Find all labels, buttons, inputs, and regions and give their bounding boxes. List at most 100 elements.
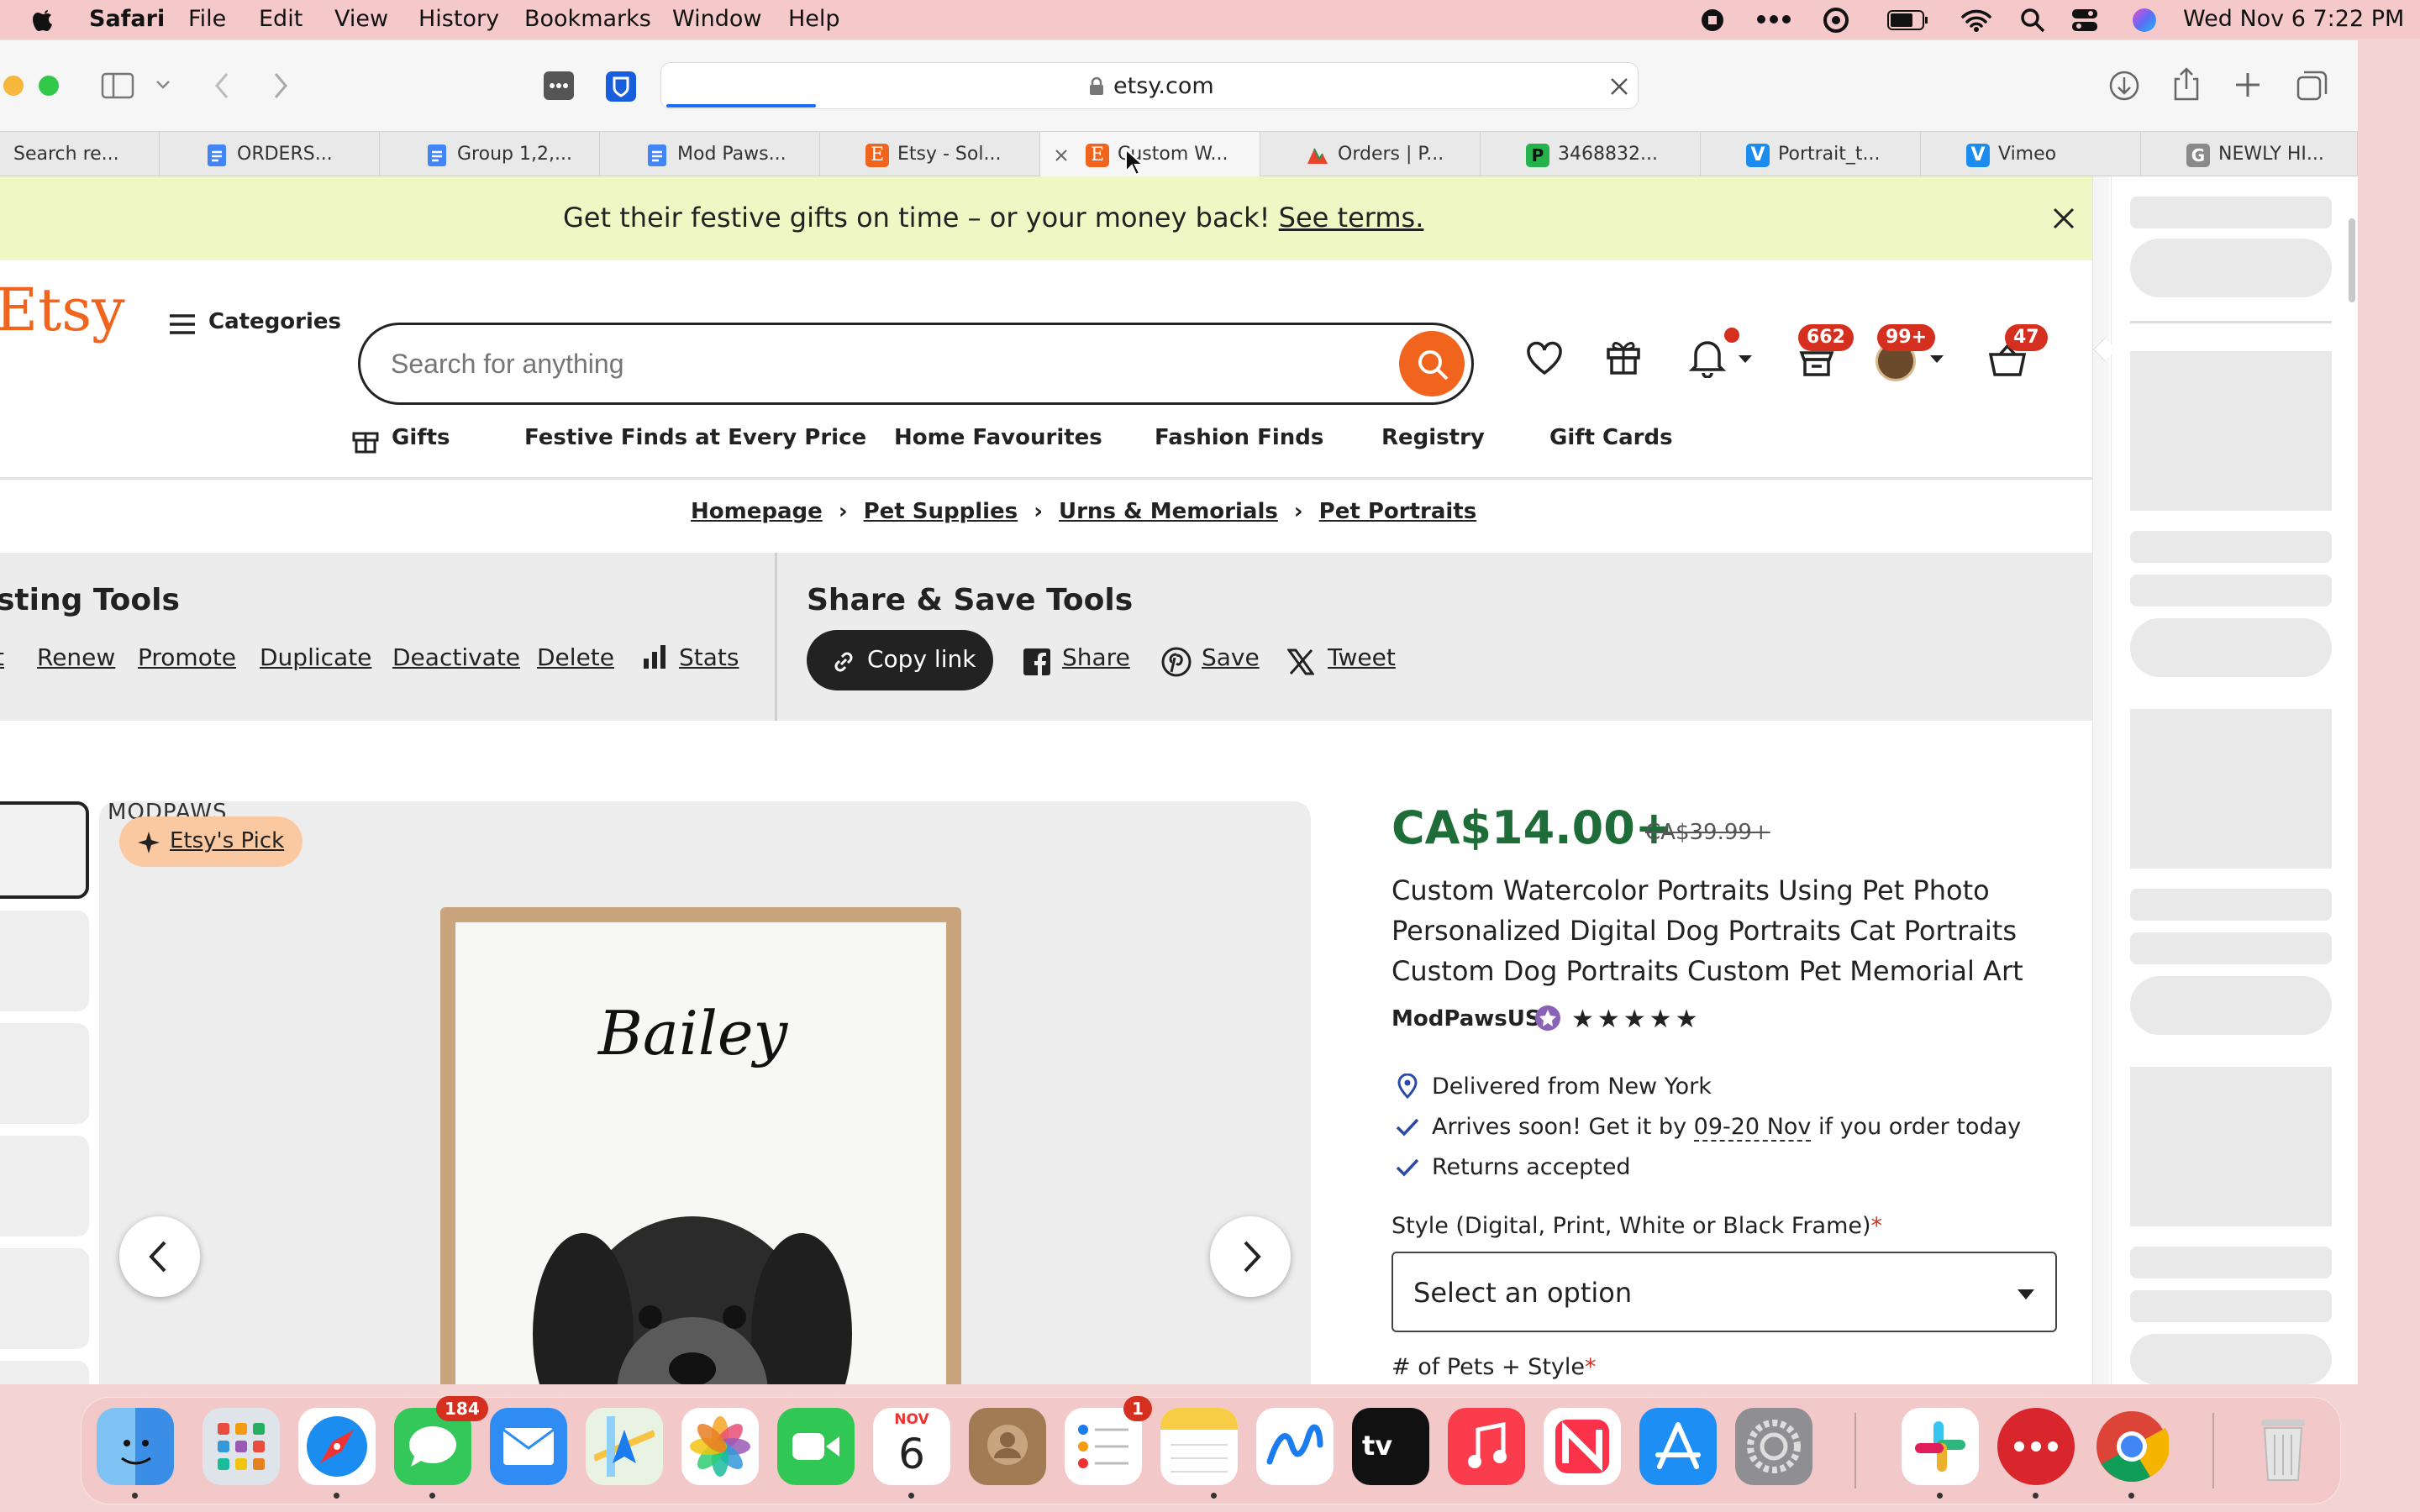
menu-history[interactable]: History	[418, 6, 499, 32]
notes-icon[interactable]	[1160, 1408, 1238, 1485]
tab-search[interactable]: Search re...	[0, 132, 160, 177]
nav-home-favourites[interactable]: Home Favourites	[894, 425, 1102, 450]
stats-link[interactable]: Stats	[679, 643, 739, 671]
style-select[interactable]: Select an option	[1392, 1252, 2057, 1332]
close-tab-icon[interactable]	[1054, 148, 1069, 163]
mail-icon[interactable]	[490, 1408, 567, 1485]
thumbnail[interactable]	[0, 1361, 89, 1384]
copy-link-button[interactable]: Copy link	[807, 630, 993, 690]
deactivate-link[interactable]: Deactivate	[392, 643, 520, 671]
app-store-icon[interactable]	[1639, 1408, 1717, 1485]
breadcrumb-pet-portraits[interactable]: Pet Portraits	[1319, 499, 1477, 524]
tab-group[interactable]: Group 1,2,...	[380, 132, 600, 177]
save-link[interactable]: Save	[1202, 643, 1260, 671]
thumbnail[interactable]	[0, 1023, 89, 1124]
tab-3468832[interactable]: P 3468832...	[1481, 132, 1701, 177]
breadcrumb-pet-supplies[interactable]: Pet Supplies	[864, 499, 1018, 524]
panel-scrollbar[interactable]	[2349, 218, 2355, 302]
creative-cloud-icon[interactable]	[1822, 7, 1850, 34]
launchpad-icon[interactable]	[203, 1408, 280, 1485]
tab-portrait[interactable]: V Portrait_t...	[1701, 132, 1921, 177]
share-link[interactable]: Share	[1062, 643, 1130, 671]
news-icon[interactable]	[1544, 1408, 1621, 1485]
close-icon[interactable]	[2052, 207, 2075, 230]
notifications-bell-icon[interactable]	[1689, 336, 1726, 378]
more-apps-icon[interactable]	[1997, 1408, 2075, 1485]
search-input[interactable]	[391, 342, 1382, 386]
promo-terms-link[interactable]: See terms.	[1279, 202, 1424, 234]
safari-icon[interactable]	[298, 1408, 376, 1485]
bitwarden-shield-icon[interactable]	[605, 71, 637, 102]
tab-etsy-sold[interactable]: E Etsy - Sol...	[820, 132, 1040, 177]
nav-fashion-finds[interactable]: Fashion Finds	[1155, 425, 1323, 450]
maps-icon[interactable]	[586, 1408, 663, 1485]
tab-custom-watercolor[interactable]: E Custom W...	[1040, 132, 1260, 177]
more-dots-icon[interactable]	[1756, 13, 1791, 25]
arrival-date[interactable]: 09-20 Nov	[1693, 1114, 1812, 1142]
menu-view[interactable]: View	[334, 6, 388, 32]
x-twitter-icon[interactable]	[1287, 648, 1314, 675]
trash-icon[interactable]	[2244, 1408, 2322, 1485]
menu-window[interactable]: Window	[672, 6, 761, 32]
menu-bookmarks[interactable]: Bookmarks	[524, 6, 651, 32]
menu-edit[interactable]: Edit	[259, 6, 302, 32]
tab-orders-printify[interactable]: Orders | P...	[1260, 132, 1481, 177]
siri-icon[interactable]	[2131, 7, 2158, 34]
breadcrumb-homepage[interactable]: Homepage	[691, 499, 823, 524]
shop-name-link[interactable]: ModPawsUS	[1392, 1006, 1541, 1032]
tab-mod-paws[interactable]: Mod Paws...	[600, 132, 820, 177]
apple-icon[interactable]	[32, 6, 55, 33]
tab-newly-hi[interactable]: G NEWLY HI...	[2141, 132, 2358, 177]
stop-loading-icon[interactable]	[1609, 76, 1629, 97]
music-icon[interactable]	[1448, 1408, 1525, 1485]
menu-file[interactable]: File	[188, 6, 226, 32]
search-button[interactable]	[1399, 331, 1465, 396]
address-bar[interactable]: etsy.com	[660, 62, 1639, 109]
nav-gifts[interactable]: Gifts	[392, 425, 450, 450]
share-icon[interactable]	[2171, 66, 2202, 102]
next-image-button[interactable]	[1210, 1216, 1291, 1297]
spotlight-search-icon[interactable]	[2020, 8, 2045, 33]
stats-bar-icon[interactable]	[642, 643, 667, 670]
battery-icon[interactable]	[1887, 10, 1929, 30]
finder-icon[interactable]	[97, 1408, 174, 1485]
thumbnail-selected[interactable]	[0, 801, 89, 899]
renew-link[interactable]: Renew	[37, 643, 115, 671]
thumbnail[interactable]	[0, 911, 89, 1011]
wifi-icon[interactable]	[1961, 8, 1991, 32]
nav-gift-cards[interactable]: Gift Cards	[1549, 425, 1673, 450]
pinterest-icon[interactable]	[1161, 647, 1192, 677]
control-center-icon[interactable]	[2070, 8, 2101, 33]
tweet-link[interactable]: Tweet	[1328, 643, 1396, 671]
nav-festive-finds[interactable]: Festive Finds at Every Price	[524, 425, 866, 450]
tab-orders[interactable]: ORDERS...	[160, 132, 380, 177]
nav-registry[interactable]: Registry	[1381, 425, 1485, 450]
facetime-icon[interactable]	[777, 1408, 855, 1485]
calendar-icon[interactable]: NOV 6	[873, 1408, 950, 1485]
tab-overview-icon[interactable]	[2296, 69, 2329, 102]
downloads-icon[interactable]	[2107, 69, 2141, 102]
facebook-icon[interactable]	[1023, 648, 1050, 675]
chevron-down-icon[interactable]	[155, 79, 171, 91]
back-arrow-icon[interactable]	[212, 71, 232, 101]
menu-help[interactable]: Help	[788, 6, 840, 32]
previous-image-button[interactable]	[119, 1216, 200, 1297]
sidebar-toggle-icon[interactable]	[101, 72, 134, 99]
slack-icon[interactable]	[1902, 1408, 1979, 1485]
chevron-down-icon[interactable]	[1738, 354, 1753, 365]
zoom-window-button[interactable]	[39, 76, 59, 96]
delete-link[interactable]: Delete	[537, 643, 614, 671]
promote-link[interactable]: Promote	[138, 643, 236, 671]
extension-dots-icon[interactable]	[543, 71, 575, 101]
record-icon[interactable]	[1701, 8, 1724, 32]
contacts-icon[interactable]	[969, 1408, 1046, 1485]
edit-link[interactable]: t	[0, 643, 4, 671]
system-settings-icon[interactable]	[1735, 1408, 1812, 1485]
new-tab-icon[interactable]	[2233, 71, 2262, 99]
breadcrumb-urns-memorials[interactable]: Urns & Memorials	[1059, 499, 1278, 524]
thumbnail[interactable]	[0, 1136, 89, 1236]
minimize-window-button[interactable]	[3, 76, 24, 96]
forward-arrow-icon[interactable]	[271, 71, 291, 101]
menu-app-name[interactable]: Safari	[89, 6, 165, 32]
heart-icon[interactable]	[1526, 341, 1563, 376]
